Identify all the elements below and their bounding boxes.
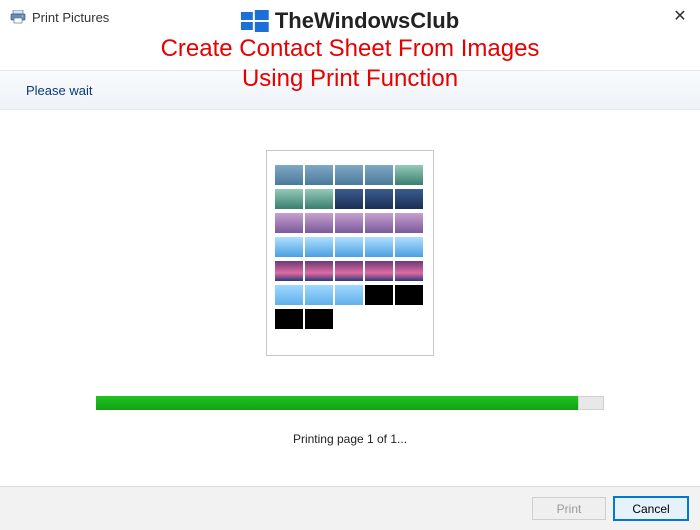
cancel-button[interactable]: Cancel xyxy=(614,497,688,520)
thumbnail xyxy=(275,165,303,185)
thumbnail xyxy=(395,261,423,281)
thumbnail xyxy=(305,165,333,185)
thumbnail xyxy=(275,309,303,329)
thumbnail xyxy=(365,189,393,209)
headline-line2: Using Print Function xyxy=(161,64,540,94)
thumbnail xyxy=(275,285,303,305)
progress-bar xyxy=(96,396,604,410)
thumbnail xyxy=(335,237,363,257)
status-text: Printing page 1 of 1... xyxy=(0,432,700,446)
close-button[interactable]: ✕ xyxy=(670,6,690,26)
thumbnail xyxy=(275,261,303,281)
thumbnail xyxy=(395,237,423,257)
thumbnail xyxy=(395,189,423,209)
thumbnail xyxy=(305,213,333,233)
thumbnail xyxy=(335,285,363,305)
brand-name: TheWindowsClub xyxy=(275,8,459,34)
thumbnail xyxy=(305,261,333,281)
close-icon: ✕ xyxy=(673,6,686,26)
thumbnail xyxy=(305,189,333,209)
thumbnail xyxy=(395,165,423,185)
thumbnail xyxy=(305,309,333,329)
thumb-row xyxy=(275,189,425,209)
thumbnail xyxy=(275,213,303,233)
thumb-row xyxy=(275,285,425,305)
print-button[interactable]: Print xyxy=(532,497,606,520)
thumbnail xyxy=(395,213,423,233)
thumbnail xyxy=(275,189,303,209)
footer: Print Cancel xyxy=(0,486,700,530)
thumb-row xyxy=(275,165,425,185)
preview-area xyxy=(0,150,700,356)
brand-logo-icon xyxy=(241,10,269,32)
thumb-row xyxy=(275,261,425,281)
window-title: Print Pictures xyxy=(32,10,109,25)
thumbnail xyxy=(335,261,363,281)
progress-remainder xyxy=(578,396,604,410)
headline-line1: Create Contact Sheet From Images xyxy=(161,35,540,62)
thumbnail xyxy=(305,237,333,257)
thumbnail xyxy=(365,237,393,257)
thumbnail xyxy=(275,237,303,257)
thumbnail xyxy=(305,285,333,305)
thumbnail xyxy=(395,285,423,305)
thumbnail xyxy=(365,285,393,305)
thumb-row xyxy=(275,237,425,257)
progress-fill xyxy=(96,396,578,410)
thumb-row xyxy=(275,309,425,329)
thumb-row xyxy=(275,213,425,233)
thumbnail xyxy=(365,261,393,281)
contact-sheet-preview xyxy=(266,150,434,356)
printer-icon xyxy=(10,10,26,24)
please-wait-label: Please wait xyxy=(26,83,92,98)
thumbnail xyxy=(365,165,393,185)
thumbnail xyxy=(335,213,363,233)
thumbnail xyxy=(365,213,393,233)
thumbnail xyxy=(335,189,363,209)
thumbnail xyxy=(335,165,363,185)
headline: Create Contact Sheet From Images Using P… xyxy=(161,34,540,94)
brand: TheWindowsClub xyxy=(241,8,459,34)
